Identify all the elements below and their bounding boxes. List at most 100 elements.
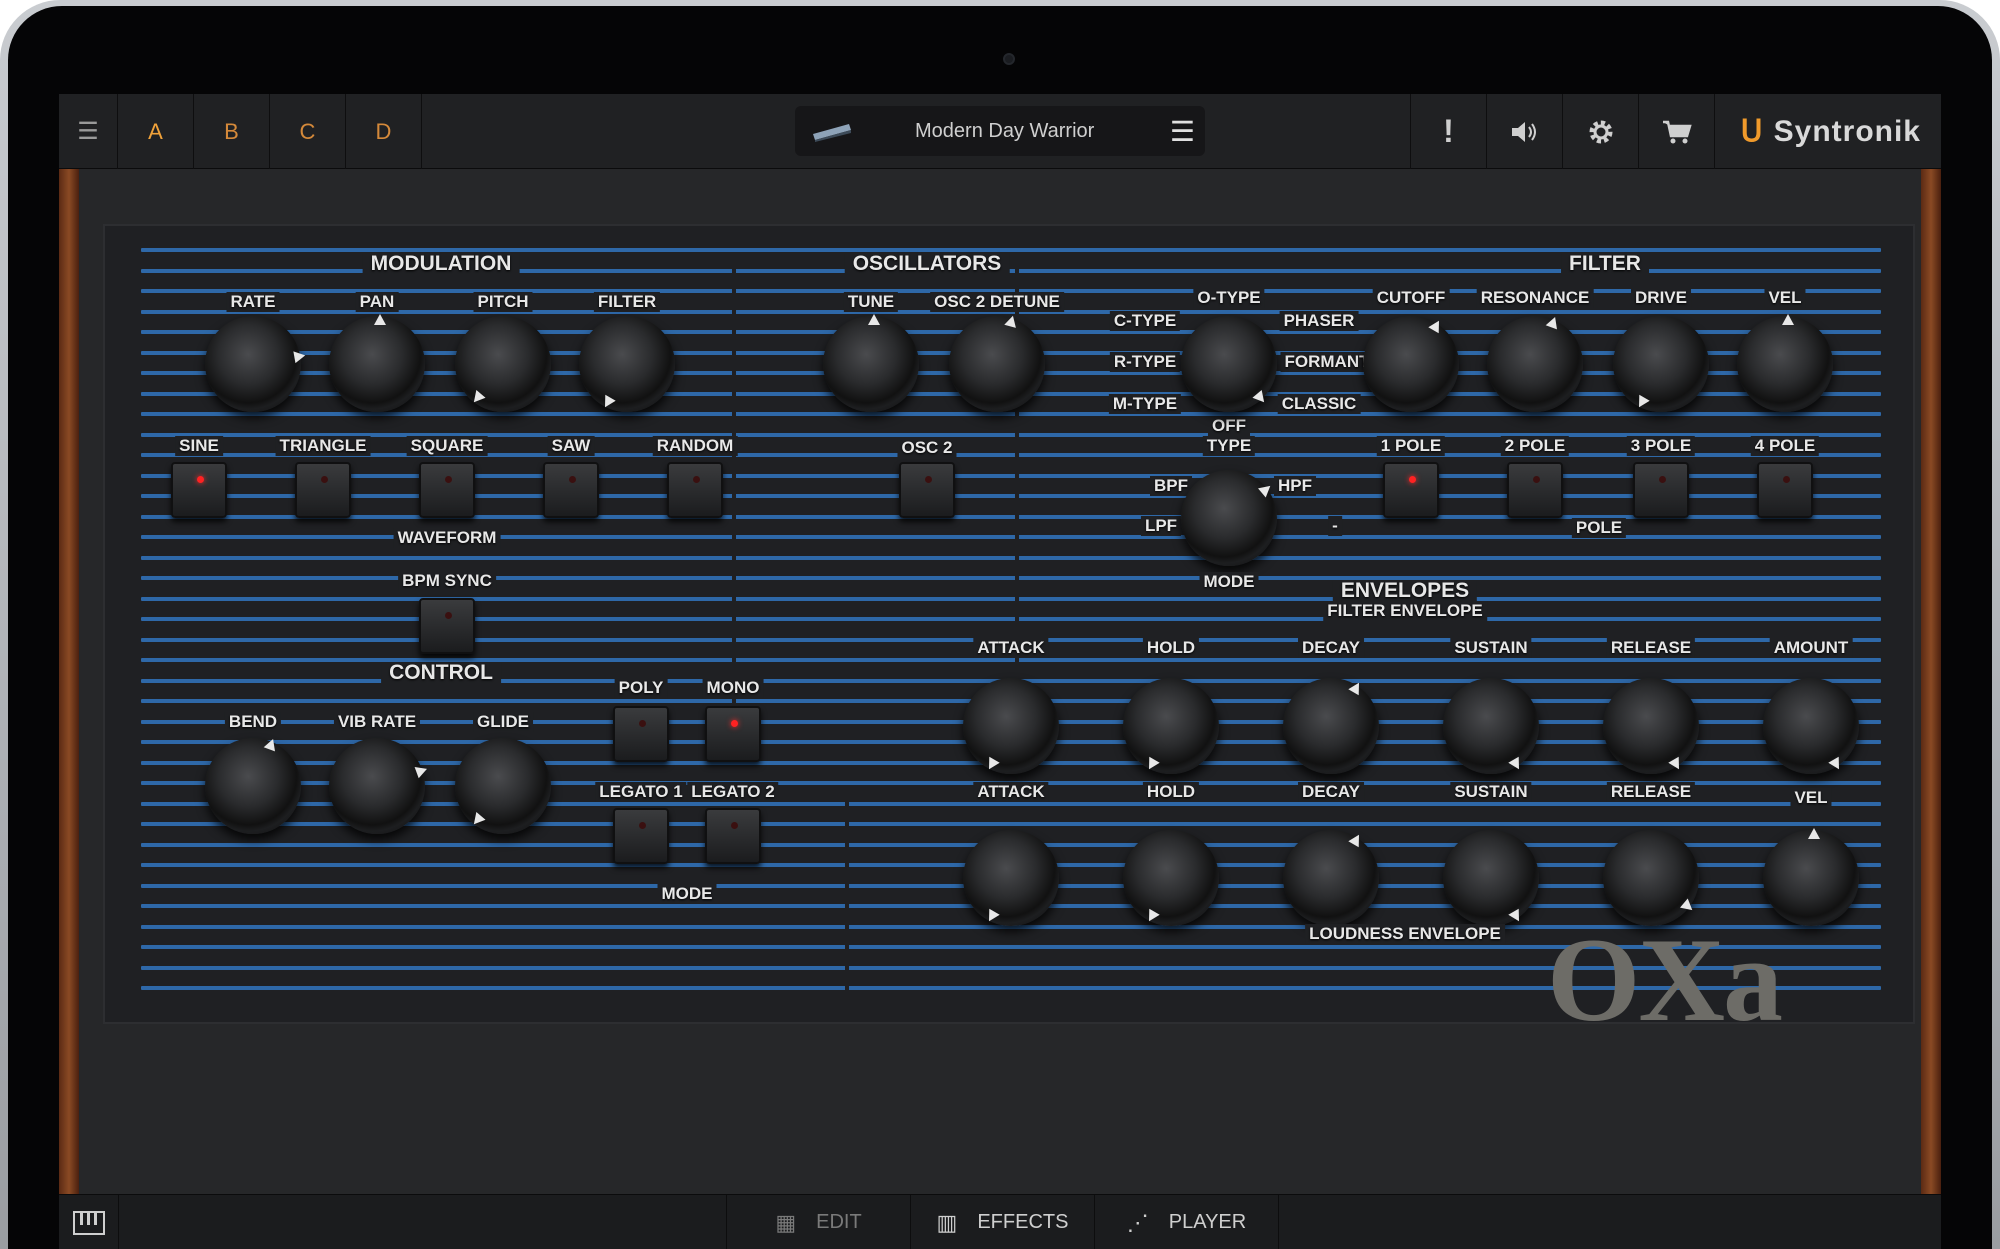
pole-4-button[interactable] [1757,462,1813,518]
mod-filter-knob[interactable] [579,316,675,412]
tab-c-label: C [299,118,316,144]
tune-knob[interactable] [823,314,919,412]
loud-env-hold-knob[interactable] [1123,830,1219,926]
type-phaser-label: PHASER [1279,311,1359,331]
mod-pan-knob[interactable] [329,314,425,412]
filter-type-label: TYPE [1202,436,1256,456]
preset-name: Modern Day Warrior [915,120,1095,142]
tab-d-label: D [375,118,392,144]
camera [1003,53,1015,65]
mod-knob-label: RATE [226,292,280,312]
knob-pointer [1348,831,1365,848]
loud-env-sustain-knob[interactable] [1443,830,1539,926]
control-glide-knob[interactable] [455,738,551,834]
filter-env-hold-knob[interactable] [1123,678,1219,774]
panel-stripe [141,596,1881,601]
loud-env-attack-knob[interactable] [963,830,1059,926]
poly-button[interactable] [613,706,669,762]
settings-button[interactable] [1562,94,1638,169]
type-o-label: O-TYPE [1193,288,1265,308]
control-header: CONTROL [381,662,501,683]
filter-env-amount-knob[interactable] [1763,678,1859,774]
control-vib-rate-knob[interactable] [329,738,430,834]
loud-env-decay-knob[interactable] [1283,830,1379,926]
laptop-frame: ☰ A B C D Modern Day Warrior ☰ ! ᑌ Syntro… [0,0,2000,1249]
alert-button[interactable]: ! [1410,94,1486,169]
filter-vel-knob[interactable] [1737,314,1833,412]
mod-rate-knob[interactable] [205,316,307,412]
filter-env-knob-label: ATTACK [973,638,1049,658]
panel-stripe [141,473,1881,478]
player-tab[interactable]: ⋰ PLAYER [1094,1195,1278,1249]
legato2-button[interactable] [705,808,761,864]
knob-pointer [293,349,307,364]
loud-env-knob-label: VEL [1790,788,1832,808]
bottom-bar: ▦ EDIT ▥ EFFECTS ⋰ PLAYER [59,1194,1941,1249]
waveform-random-button[interactable] [667,462,723,518]
preset-menu-icon[interactable]: ☰ [1170,115,1195,148]
volume-button[interactable] [1486,94,1562,169]
pole-2-button[interactable] [1507,462,1563,518]
osc2-button[interactable] [899,462,955,518]
filter-mode-knob[interactable] [1181,470,1277,566]
tab-d[interactable]: D [346,94,422,169]
filter-knob-label: DRIVE [1631,288,1691,308]
preset-selector[interactable]: Modern Day Warrior ☰ [795,106,1205,156]
mode-hpf-label: HPF [1274,476,1316,496]
filter-header: FILTER [1561,253,1649,274]
control-bend-knob[interactable] [205,736,301,834]
tab-a-label: A [148,118,163,144]
pole-label: 2 POLE [1500,436,1570,456]
waveform-sine-button[interactable] [171,462,227,518]
led-indicator [445,612,452,619]
menu-button[interactable]: ☰ [59,94,118,169]
knob-pointer [1252,390,1269,407]
filter-resonance-knob[interactable] [1487,314,1583,412]
piano-keys-icon [72,1210,105,1235]
pole-1-button[interactable] [1383,462,1439,518]
bpm-sync-button[interactable] [419,598,475,654]
pole-3-button[interactable] [1633,462,1689,518]
waveform-square-button[interactable] [419,462,475,518]
knob-pointer [1428,317,1445,334]
osc2-detune-knob[interactable] [949,314,1045,412]
mode-dash-label: - [1328,516,1342,536]
top-bar: ☰ A B C D Modern Day Warrior ☰ ! ᑌ Syntro… [59,94,1941,169]
keyboard-button[interactable] [59,1195,118,1249]
filter-env-sustain-knob[interactable] [1443,678,1539,774]
mod-pitch-knob[interactable] [455,316,551,412]
mode-bpf-label: BPF [1150,476,1192,496]
waveform-label: SAW [547,436,595,456]
type-r-label: R-TYPE [1109,352,1181,372]
led-indicator [639,822,646,829]
left-wood-panel [59,169,79,1194]
filter-type-knob[interactable] [1181,316,1277,412]
filter-env-knob-label: AMOUNT [1769,638,1853,658]
tab-c[interactable]: C [270,94,346,169]
knob-pointer [1633,394,1650,411]
mono-button[interactable] [705,706,761,762]
waveform-triangle-button[interactable] [295,462,351,518]
mod-knob-label: FILTER [593,292,661,312]
shop-button[interactable] [1638,94,1714,169]
gear-icon [1589,120,1612,143]
filter-cutoff-knob[interactable] [1363,316,1459,412]
tab-b[interactable]: B [194,94,270,169]
filter-env-release-knob[interactable] [1603,678,1699,774]
effects-tab[interactable]: ▥ EFFECTS [910,1195,1094,1249]
edit-tab[interactable]: ▦ EDIT [726,1195,910,1249]
legato2-label: LEGATO 2 [687,782,779,802]
tab-a[interactable]: A [118,94,194,169]
app-window: ☰ A B C D Modern Day Warrior ☰ ! ᑌ Syntro… [59,94,1941,1249]
filter-env-decay-knob[interactable] [1283,678,1379,774]
mono-label: MONO [702,678,764,698]
legato1-button[interactable] [613,808,669,864]
loud-env-knob-label: HOLD [1142,782,1200,802]
pole-section-label: POLE [1571,518,1627,538]
panel-stripe [141,432,1881,437]
led-indicator [639,720,646,727]
mode-lpf-label: LPF [1140,516,1182,536]
waveform-saw-button[interactable] [543,462,599,518]
filter-drive-knob[interactable] [1613,316,1709,412]
filter-env-attack-knob[interactable] [963,678,1059,774]
